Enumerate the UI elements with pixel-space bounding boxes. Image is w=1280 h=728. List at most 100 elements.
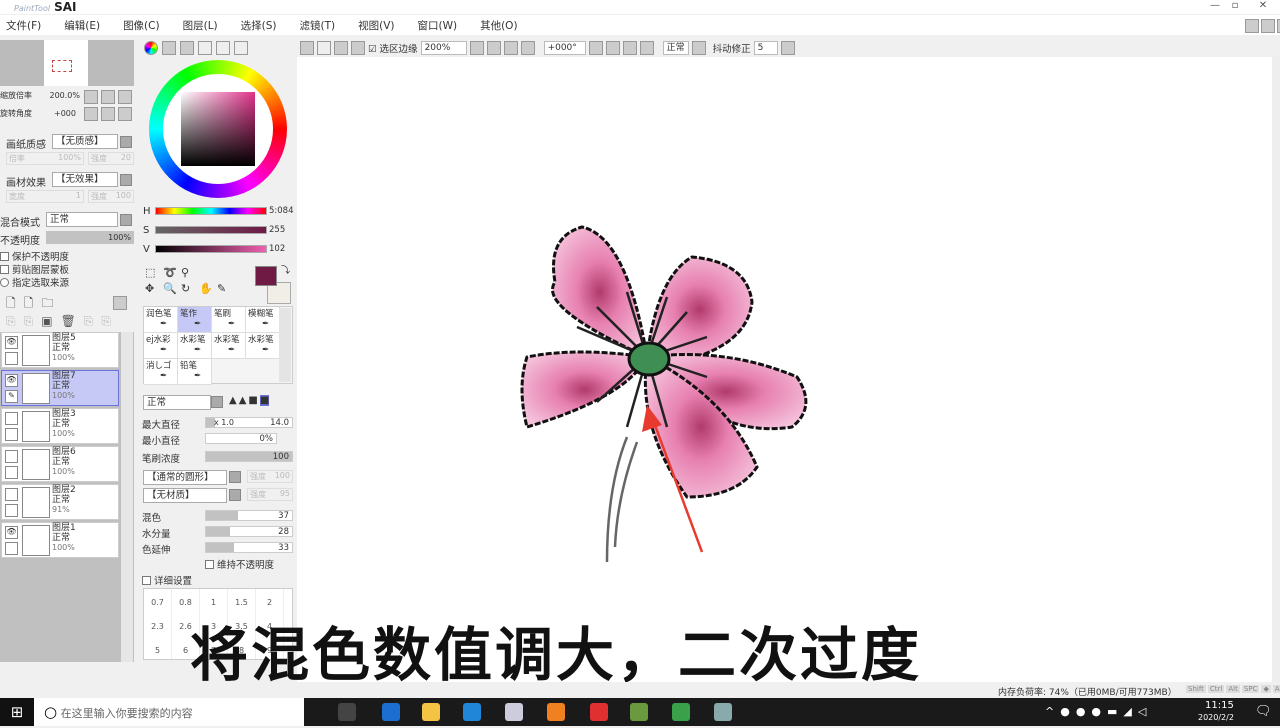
layer-lock-icon[interactable] — [5, 542, 18, 555]
nav-zoom-reset-icon[interactable] — [118, 90, 132, 104]
paper-texture-dropdown-icon[interactable] — [120, 136, 132, 148]
tile-button-2[interactable] — [1261, 19, 1275, 33]
zoom-rate-value[interactable]: 200.0% — [49, 91, 80, 100]
drawing-canvas[interactable] — [297, 57, 1272, 682]
layer-item[interactable]: 图层2 正常 91% — [1, 484, 119, 520]
density-slider[interactable]: 100 — [205, 451, 293, 462]
paper-texture-select[interactable]: 【无质感】 — [52, 134, 118, 149]
stabilizer-dropdown-icon[interactable] — [780, 40, 795, 55]
visibility-toggle-icon[interactable]: 👁 — [5, 374, 18, 387]
brush-shape-dropdown-icon[interactable] — [229, 471, 241, 483]
brush-texture-select[interactable]: 【无材质】 — [143, 488, 227, 503]
app-icon-3[interactable] — [714, 703, 732, 721]
taskbar-search[interactable]: ○ 在这里输入你要搜索的内容 — [34, 698, 304, 726]
brush-size-preset[interactable]: 2.3 — [144, 613, 172, 637]
brush-tool[interactable]: 模糊笔 ✒ — [246, 307, 280, 333]
deselect-icon[interactable] — [334, 40, 348, 55]
menu-layer[interactable]: 图层(L) — [183, 18, 218, 33]
nav-rotate-left-icon[interactable] — [84, 107, 98, 121]
paint-tool-sai-icon[interactable] — [630, 703, 648, 721]
protect-opacity-checkbox[interactable] — [0, 251, 9, 261]
clock-time[interactable]: 11:15 — [1205, 700, 1234, 711]
paper-strength-value[interactable]: 20 — [121, 153, 131, 164]
color-wheel-tab-icon[interactable] — [144, 41, 158, 55]
mail-icon[interactable] — [463, 703, 481, 721]
rotate-right-icon[interactable] — [622, 40, 637, 55]
canvas-vertical-scrollbar[interactable] — [1272, 57, 1280, 682]
rotate-tool-icon[interactable]: ↻ — [181, 282, 199, 295]
app-icon-1[interactable] — [505, 703, 523, 721]
nav-zoom-in-icon[interactable] — [101, 90, 115, 104]
selection-source-radio[interactable] — [0, 277, 9, 287]
brush-mode-select[interactable]: 正常 — [143, 395, 211, 410]
zoom-reset-icon[interactable] — [520, 40, 535, 55]
color-wheel[interactable] — [149, 60, 287, 198]
visibility-toggle-icon[interactable] — [5, 488, 18, 501]
brush-size-preset[interactable]: 0.7 — [144, 589, 172, 613]
layer-item[interactable]: 👁 图层1 正常 100% — [1, 522, 119, 558]
swap-colors-icon[interactable]: ⤵ — [281, 263, 290, 276]
menu-select[interactable]: 选择(S) — [241, 18, 277, 33]
visibility-toggle-icon[interactable]: 👁 — [5, 336, 18, 349]
zoom-in-icon[interactable] — [503, 40, 518, 55]
scratchpad-tab-icon[interactable] — [234, 41, 248, 55]
layer-lock-icon[interactable] — [5, 466, 18, 479]
task-view-icon[interactable] — [338, 703, 356, 721]
blend-mode-dropdown-icon[interactable] — [120, 214, 132, 226]
file-explorer-icon[interactable] — [422, 703, 440, 721]
edge-hard-icon[interactable]: ▲ — [229, 395, 237, 406]
rotate-angle-value[interactable]: +000 — [54, 109, 76, 118]
navigator-preview[interactable] — [0, 40, 134, 86]
layer-item[interactable]: 图层6 正常 100% — [1, 446, 119, 482]
brush-mode-dropdown-icon[interactable] — [211, 396, 223, 408]
layer-item[interactable]: 👁 图层5 正常 100% — [1, 332, 119, 368]
opacity-slider[interactable]: 100% — [46, 231, 134, 244]
shape-strength-value[interactable]: 100 — [275, 471, 290, 482]
move-icon[interactable]: ✥ — [145, 282, 163, 295]
rotation-input[interactable]: +000° — [543, 40, 586, 55]
brush-tool[interactable]: 水彩笔 ✒ — [246, 333, 280, 359]
brush-tool[interactable]: ej水彩 ✒ — [144, 333, 178, 359]
zoom-out-icon[interactable] — [486, 40, 501, 55]
edge-soft-icon[interactable]: ■ — [248, 395, 257, 406]
menu-view[interactable]: 视图(V) — [358, 18, 394, 33]
hand-icon[interactable]: ✋ — [199, 282, 217, 295]
water-slider[interactable]: 28 — [205, 526, 293, 537]
menu-other[interactable]: 其他(O) — [480, 18, 517, 33]
nav-rotate-right-icon[interactable] — [101, 107, 115, 121]
clipping-mask-checkbox[interactable] — [0, 264, 9, 274]
flip-icon[interactable] — [691, 40, 706, 55]
notification-icon[interactable]: 🗨 — [1255, 704, 1272, 719]
rotate-reset-icon[interactable] — [639, 40, 654, 55]
layer-lock-icon[interactable] — [5, 428, 18, 441]
hue-slider[interactable] — [155, 207, 267, 215]
effect-strength-value[interactable]: 100 — [116, 191, 131, 202]
keep-opacity-checkbox[interactable] — [205, 559, 214, 569]
zoom-input[interactable]: 200% — [420, 40, 467, 55]
rotation-dropdown-icon[interactable] — [588, 40, 603, 55]
close-button[interactable]: ✕ — [1253, 0, 1273, 12]
new-linework-layer-icon[interactable]: 🗋 — [24, 294, 34, 315]
menu-image[interactable]: 图像(C) — [123, 18, 160, 33]
magic-wand-icon[interactable]: ⚲ — [181, 266, 199, 279]
invert-selection-icon[interactable] — [351, 40, 365, 55]
rgb-slider-tab-icon[interactable] — [162, 41, 176, 55]
brush-tool[interactable]: 水彩笔 ✒ — [178, 333, 212, 359]
foreground-color-swatch[interactable] — [255, 266, 277, 286]
wechat-icon[interactable] — [672, 703, 690, 721]
menu-window[interactable]: 窗口(W) — [418, 18, 458, 33]
undo-icon[interactable] — [300, 40, 314, 55]
netease-music-icon[interactable] — [590, 703, 608, 721]
visibility-toggle-icon[interactable]: 👁 — [5, 526, 18, 539]
brush-size-preset[interactable]: 5 — [144, 637, 172, 659]
eyedropper-icon[interactable]: ✎ — [217, 282, 235, 295]
brush-tool[interactable]: 笔刷 ✒ — [212, 307, 246, 333]
layer-lock-icon[interactable]: ✎ — [5, 390, 18, 403]
nav-rotate-reset-icon[interactable] — [118, 107, 132, 121]
tile-button-1[interactable] — [1245, 19, 1259, 33]
nav-zoom-out-icon[interactable] — [84, 90, 98, 104]
material-effect-select[interactable]: 【无效果】 — [52, 172, 118, 187]
value-slider[interactable] — [155, 245, 267, 253]
brush-tool[interactable]: 水彩笔 ✒ — [212, 333, 246, 359]
merge-down-icon[interactable]: ⎘ — [24, 314, 34, 329]
